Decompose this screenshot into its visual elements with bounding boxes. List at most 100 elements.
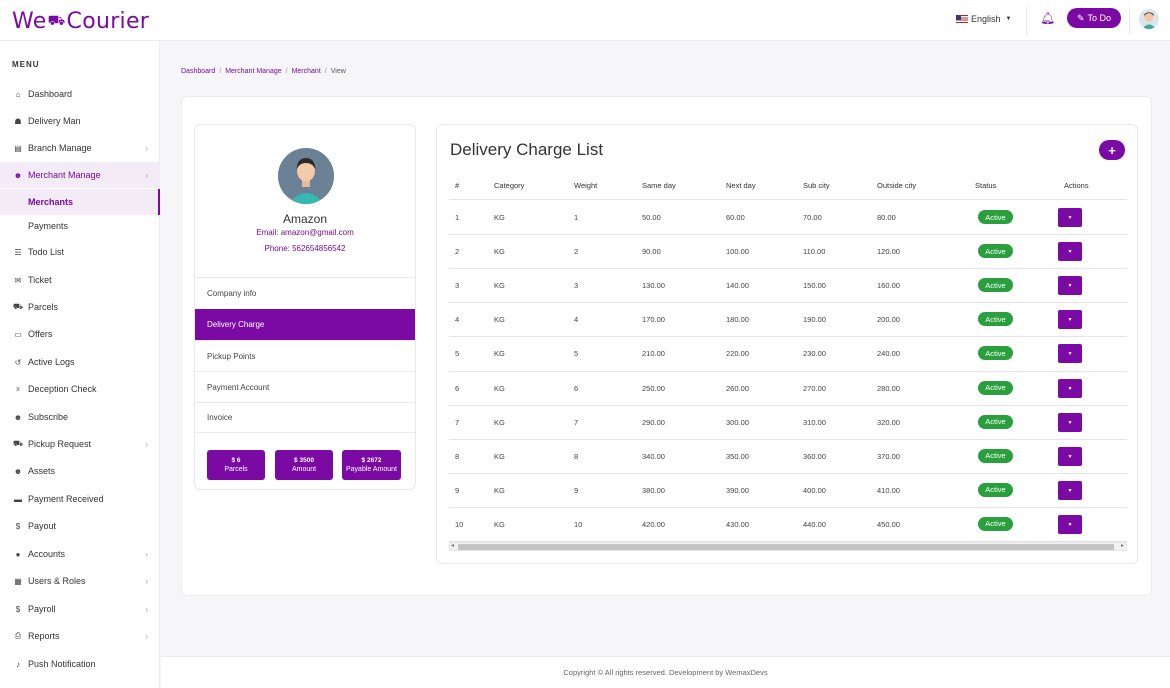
scrollbar-thumb[interactable] xyxy=(458,544,1114,550)
chevron-right-icon: › xyxy=(145,604,148,614)
row-actions-button[interactable]: ▾ xyxy=(1058,514,1082,534)
breadcrumb-merchant[interactable]: Merchant xyxy=(292,68,321,75)
sidebar-item-label: Delivery Man xyxy=(28,116,81,126)
cell-next-day: 300.00 xyxy=(726,417,749,427)
sidebar-item-merchant-manage[interactable]: ☻ Merchant Manage › xyxy=(0,162,160,188)
scroll-left-icon[interactable]: ◂ xyxy=(451,542,454,549)
tab-invoice[interactable]: Invoice xyxy=(195,402,415,433)
language-selector[interactable]: English ▼ xyxy=(956,14,1011,24)
user-x-icon: ☓ xyxy=(15,384,21,394)
logo-scooter-icon: ⛟ xyxy=(47,13,66,29)
chevron-right-icon: › xyxy=(145,439,148,449)
sidebar-item-todo-list[interactable]: ☰ Todo List xyxy=(0,239,160,265)
cell-index: 3 xyxy=(455,281,460,291)
sidebar-item-label: Payment Received xyxy=(28,494,104,504)
sidebar-item-label: Assets xyxy=(28,466,56,476)
sidebar-item-label: Reports xyxy=(28,631,60,641)
cell-weight: 9 xyxy=(574,485,579,495)
row-actions-button[interactable]: ▾ xyxy=(1058,480,1082,500)
sidebar-item-label: Ticket xyxy=(28,275,52,285)
cell-category: KG xyxy=(494,349,505,359)
cell-outside-city: 160.00 xyxy=(877,281,900,291)
cell-category: KG xyxy=(494,519,505,529)
breadcrumb-merchant-manage[interactable]: Merchant Manage xyxy=(225,68,281,75)
cell-category: KG xyxy=(494,485,505,495)
sidebar-item-subscribe[interactable]: ☻ Subscribe xyxy=(0,404,160,430)
row-actions-button[interactable]: ▾ xyxy=(1058,446,1082,466)
home-icon: ⌂ xyxy=(15,89,21,99)
cell-index: 2 xyxy=(455,247,460,257)
breadcrumb-dashboard[interactable]: Dashboard xyxy=(181,68,215,75)
hand-money-icon: $ xyxy=(15,521,21,531)
stat-amount-button[interactable]: $ 3500 Amount xyxy=(275,450,333,480)
cell-sub-city: 360.00 xyxy=(803,451,826,461)
row-divider xyxy=(449,506,1127,508)
sidebar-item-users-roles[interactable]: ▦ Users & Roles › xyxy=(0,568,160,594)
building-icon: ▤ xyxy=(14,143,22,153)
sidebar-item-pickup-request[interactable]: ⛟ Pickup Request › xyxy=(0,431,160,457)
sidebar-item-push-notification[interactable]: ♪ Push Notification xyxy=(0,651,160,677)
chevron-right-icon: › xyxy=(145,576,148,586)
row-actions-button[interactable]: ▾ xyxy=(1058,208,1082,227)
todo-button[interactable]: ✎ To Do xyxy=(1067,8,1121,28)
sidebar-item-active-logs[interactable]: ↺ Active Logs xyxy=(0,349,160,375)
tab-company-info[interactable]: Company info xyxy=(195,277,415,308)
sidebar-item-dashboard[interactable]: ⌂ Dashboard xyxy=(0,81,160,107)
cell-sub-city: 440.00 xyxy=(803,519,826,529)
cell-next-day: 390.00 xyxy=(726,485,749,495)
sidebar-item-reports[interactable]: ⎙ Reports › xyxy=(0,623,160,649)
notification-bell-icon[interactable]: 🔔︎ xyxy=(1040,11,1055,25)
sidebar-item-payout[interactable]: $ Payout xyxy=(0,513,160,539)
row-actions-button[interactable]: ▾ xyxy=(1058,276,1082,296)
stat-payable-amount-button[interactable]: $ 2672 Payable Amount xyxy=(342,450,401,480)
row-actions-button[interactable]: ▾ xyxy=(1058,242,1082,262)
sidebar-item-assets[interactable]: ☻ Assets xyxy=(0,458,160,484)
cell-same-day: 290.00 xyxy=(642,417,665,427)
scroll-right-icon[interactable]: ▸ xyxy=(1121,542,1124,549)
cell-outside-city: 80.00 xyxy=(877,213,896,222)
sidebar-item-offers[interactable]: ▭ Offers xyxy=(0,321,160,347)
sidebar-item-branch-manage[interactable]: ▤ Branch Manage › xyxy=(0,135,160,161)
row-divider xyxy=(449,268,1127,270)
cell-next-day: 260.00 xyxy=(726,383,749,393)
tab-pickup-points[interactable]: Pickup Points xyxy=(195,340,415,371)
cell-outside-city: 200.00 xyxy=(877,315,900,325)
user-avatar-icon xyxy=(1142,12,1156,29)
cell-outside-city: 240.00 xyxy=(877,349,900,359)
sidebar-subitem-merchants[interactable]: Merchants xyxy=(0,189,160,215)
row-divider xyxy=(449,541,1127,542)
cell-category: KG xyxy=(494,315,505,325)
sidebar-item-label: Payout xyxy=(28,521,57,531)
add-delivery-charge-button[interactable]: + xyxy=(1099,140,1125,160)
sidebar-item-label: Subscribe xyxy=(28,412,69,422)
cell-sub-city: 110.00 xyxy=(803,247,826,257)
sidebar-subitem-payments[interactable]: Payments xyxy=(0,213,160,239)
sidebar-item-label: Parcels xyxy=(28,302,59,312)
cell-category: KG xyxy=(494,383,505,393)
row-actions-button[interactable]: ▾ xyxy=(1058,412,1082,432)
menu-title: MENU xyxy=(12,60,40,69)
grid-icon: ▦ xyxy=(14,576,22,586)
status-badge: Active xyxy=(978,414,1013,429)
user-avatar[interactable] xyxy=(1139,9,1159,29)
row-divider xyxy=(449,336,1127,338)
status-badge: Active xyxy=(978,380,1013,395)
sidebar-item-deception-check[interactable]: ☓ Deception Check xyxy=(0,376,160,402)
app-logo[interactable]: We⛟Courier xyxy=(12,9,149,34)
tab-payment-account[interactable]: Payment Account xyxy=(195,371,415,402)
row-actions-button[interactable]: ▾ xyxy=(1058,378,1082,398)
tab-delivery-charge[interactable]: Delivery Charge xyxy=(195,309,415,340)
stat-parcels-button[interactable]: $ 6 Parcels xyxy=(207,450,265,480)
row-actions-button[interactable]: ▾ xyxy=(1058,310,1082,330)
sidebar-item-delivery-man[interactable]: ☗ Delivery Man xyxy=(0,108,160,134)
row-actions-button[interactable]: ▾ xyxy=(1058,344,1082,364)
users-icon: ☻ xyxy=(13,466,23,476)
table-horizontal-scrollbar[interactable]: ◂ ▸ xyxy=(449,542,1127,551)
sidebar-item-payroll[interactable]: $ Payroll › xyxy=(0,596,160,622)
sidebar-item-accounts[interactable]: ● Accounts › xyxy=(0,541,160,567)
sidebar-item-label: Payroll xyxy=(28,604,56,614)
breadcrumb: Dashboard / Merchant Manage / Merchant / View xyxy=(181,68,346,75)
sidebar-item-ticket[interactable]: ✉ Ticket xyxy=(0,267,160,293)
sidebar-item-payment-received[interactable]: ▬ Payment Received xyxy=(0,486,160,512)
sidebar-item-parcels[interactable]: ⛟ Parcels xyxy=(0,294,160,320)
